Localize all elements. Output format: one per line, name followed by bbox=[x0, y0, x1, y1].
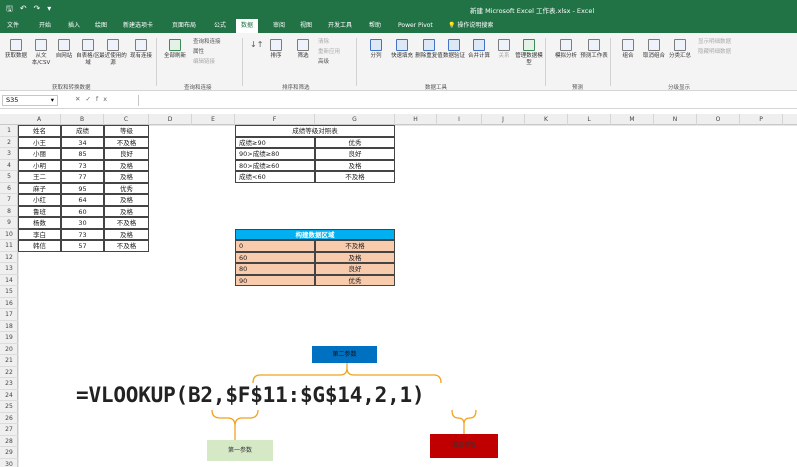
callout-first-param: 第一参数 bbox=[207, 440, 273, 461]
third-param-bracket bbox=[451, 409, 477, 425]
second-param-bracket bbox=[252, 367, 442, 384]
excel-window: 🖫 ↶ ↷ ▾ 新建 Microsoft Excel 工作表.xlsx - Ex… bbox=[0, 0, 797, 467]
bracket-overlay bbox=[211, 362, 477, 440]
first-param-bracket bbox=[211, 409, 259, 427]
callout-second-param: 第二参数 bbox=[312, 346, 377, 363]
callout-third-param: 第三参数 bbox=[430, 434, 498, 458]
